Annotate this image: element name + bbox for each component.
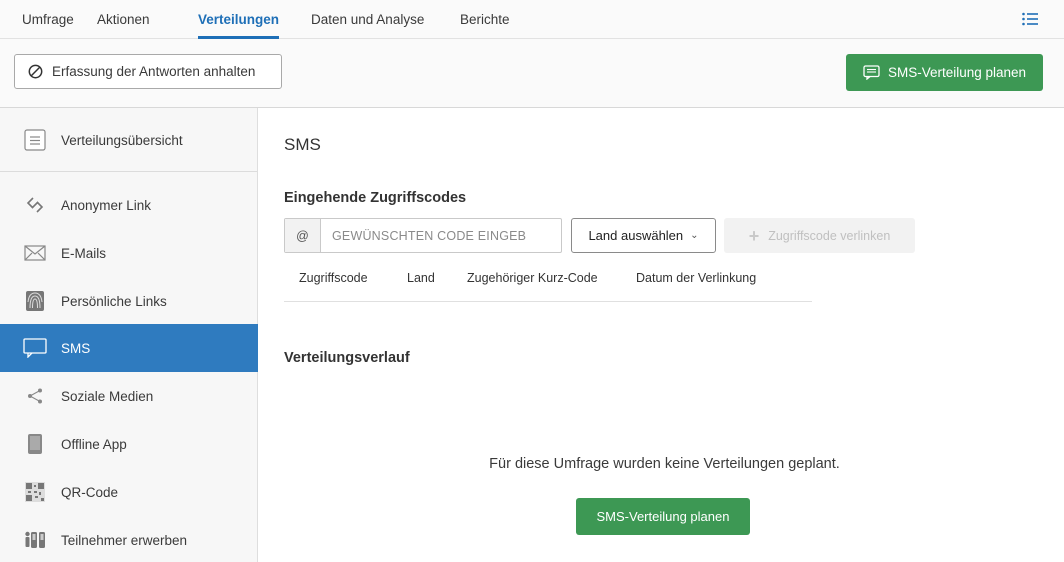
fingerprint-icon	[23, 290, 47, 312]
sidebar-item-label: Persönliche Links	[61, 293, 167, 309]
sidebar-item-label: QR-Code	[61, 484, 119, 500]
access-code-input[interactable]	[321, 219, 561, 252]
link-icon	[23, 194, 47, 216]
link-access-code-button[interactable]: + Zugriffscode verlinken	[724, 218, 915, 253]
stop-collecting-responses-button[interactable]: Erfassung der Antworten anhalten	[14, 54, 282, 89]
sidebar-item-label: E-Mails	[61, 245, 107, 261]
schedule-sms-button[interactable]: SMS-Verteilung planen	[576, 498, 750, 535]
sidebar-item-sms[interactable]: SMS	[0, 324, 258, 372]
sidebar-item-social-media[interactable]: Soziale Medien	[0, 372, 258, 420]
sidebar-item-personal-links[interactable]: Persönliche Links	[0, 277, 258, 325]
envelope-icon	[23, 242, 47, 264]
message-icon	[863, 65, 880, 80]
chevron-down-icon: ⌄	[690, 230, 699, 241]
access-codes-table-header: Zugriffscode Land Zugehöriger Kurz-Code …	[284, 270, 812, 302]
share-icon	[23, 385, 47, 407]
block-icon	[28, 64, 43, 79]
at-prefix: @	[285, 219, 321, 252]
sidebar-item-offline-app[interactable]: Offline App	[0, 420, 258, 468]
country-select-label: Land auswählen	[588, 228, 684, 243]
sidebar-item-label: SMS	[61, 340, 91, 356]
tab-berichte[interactable]: Berichte	[460, 0, 510, 39]
schedule-sms-button-top[interactable]: SMS-Verteilung planen	[846, 54, 1043, 91]
sidebar-item-acquire-participants[interactable]: Teilnehmer erwerben	[0, 516, 258, 562]
tablet-icon	[23, 433, 47, 455]
tab-aktionen[interactable]: Aktionen	[97, 0, 150, 39]
sidebar-item-label: Teilnehmer erwerben	[61, 532, 188, 548]
stop-collecting-label: Erfassung der Antworten anhalten	[52, 64, 256, 79]
sidebar-item-label: Anonymer Link	[61, 197, 152, 213]
column-header-access-code[interactable]: Zugriffscode	[299, 271, 368, 285]
sidebar-item-emails[interactable]: E-Mails	[0, 229, 258, 277]
tab-umfrage[interactable]: Umfrage	[22, 0, 74, 39]
people-icon	[23, 529, 47, 551]
schedule-sms-label-top: SMS-Verteilung planen	[887, 65, 1027, 80]
top-navigation: Umfrage Aktionen Verteilungen Daten und …	[0, 0, 1064, 39]
toolbar: Erfassung der Antworten anhalten SMS-Ver…	[0, 39, 1064, 108]
incoming-codes-heading: Eingehende Zugriffscodes	[284, 190, 467, 206]
main-content: SMS Eingehende Zugriffscodes @ Land ausw…	[259, 108, 1064, 562]
column-header-country[interactable]: Land	[407, 271, 435, 285]
sidebar-item-qr-code[interactable]: QR-Code	[0, 468, 258, 516]
sidebar-item-anonymous-link[interactable]: Anonymer Link	[0, 181, 258, 229]
link-access-code-label: Zugriffscode verlinken	[768, 228, 891, 243]
page-title: SMS	[284, 135, 321, 154]
chat-bubble-icon	[23, 337, 47, 359]
list-icon[interactable]	[1022, 12, 1038, 26]
sidebar-item-overview[interactable]: Verteilungsübersicht	[0, 116, 258, 164]
distribution-history-heading: Verteilungsverlauf	[284, 350, 410, 366]
tab-verteilungen[interactable]: Verteilungen	[198, 0, 280, 39]
sidebar: Verteilungsübersicht Anonymer Link E-Mai…	[0, 108, 258, 562]
qr-code-icon	[23, 481, 47, 503]
overview-icon	[23, 129, 47, 151]
column-header-link-date[interactable]: Datum der Verlinkung	[636, 271, 756, 285]
sidebar-divider	[0, 171, 257, 172]
country-select[interactable]: Land auswählen ⌄	[571, 218, 716, 253]
sidebar-item-label: Soziale Medien	[61, 388, 154, 404]
tab-daten-und-analyse[interactable]: Daten und Analyse	[311, 0, 424, 39]
sidebar-item-label: Offline App	[61, 436, 127, 452]
column-header-short-code[interactable]: Zugehöriger Kurz-Code	[467, 271, 598, 285]
plus-icon: +	[748, 225, 760, 246]
sidebar-item-label: Verteilungsübersicht	[61, 132, 183, 148]
empty-state-message: Für diese Umfrage wurden keine Verteilun…	[489, 456, 840, 472]
access-code-field: @	[284, 218, 562, 253]
